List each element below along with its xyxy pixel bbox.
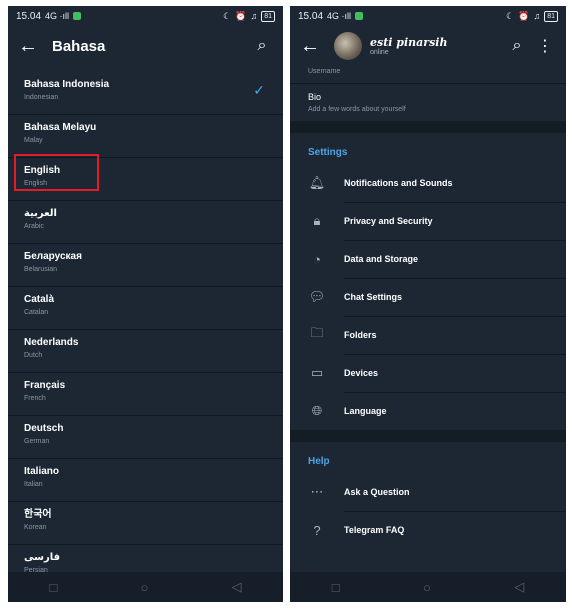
- chat-dots-icon: ⋯: [310, 484, 324, 499]
- signal-icon: 4G ·ıll: [45, 11, 70, 21]
- avatar[interactable]: [334, 32, 362, 60]
- language-item[interactable]: العربية Arabic: [8, 201, 283, 244]
- bio-hint: Add a few words about yourself: [308, 106, 406, 113]
- settings-screen: 15.04 4G ·ıll ☾ ⏰ ♫ 81 ← esti pinarsih o…: [290, 6, 566, 602]
- pie-icon: ◔: [313, 251, 321, 267]
- language-item[interactable]: Français French: [8, 373, 283, 416]
- search-icon[interactable]: ⌕: [251, 37, 273, 55]
- language-item[interactable]: 한국어 Korean: [8, 502, 283, 545]
- laptop-icon: ▭: [310, 365, 324, 380]
- language-screen: 15.04 4G ·ıll ☾ ⏰ ♫ 81 ← Bahasa ⌕ Bahasa…: [8, 6, 283, 602]
- recent-apps-icon[interactable]: □: [332, 580, 340, 595]
- settings-data-storage[interactable]: ◔ Data and Storage: [290, 240, 566, 279]
- status-time: 15.04: [298, 10, 324, 22]
- help-ask-question[interactable]: ⋯ Ask a Question: [290, 473, 566, 512]
- app-bar: ← Bahasa ⌕: [8, 26, 283, 66]
- recent-apps-icon[interactable]: □: [50, 580, 58, 595]
- headphones-icon: ♫: [533, 11, 541, 21]
- help-header: Help: [308, 456, 330, 467]
- settings-notifications[interactable]: 🔔︎ Notifications and Sounds: [290, 164, 566, 203]
- settings-privacy[interactable]: 🔒︎ Privacy and Security: [290, 202, 566, 241]
- settings-devices[interactable]: ▭ Devices: [290, 354, 566, 393]
- search-icon[interactable]: ⌕: [506, 37, 528, 55]
- folder-icon: 🗀: [310, 325, 324, 340]
- back-icon[interactable]: ◁: [231, 579, 241, 595]
- help-faq[interactable]: ? Telegram FAQ: [290, 511, 566, 549]
- section-divider: [290, 430, 566, 442]
- whatsapp-notification-icon: [355, 12, 364, 20]
- lock-icon: 🔒︎: [313, 213, 321, 228]
- language-item[interactable]: Català Catalan: [8, 287, 283, 330]
- profile-status: online: [370, 49, 389, 56]
- home-icon[interactable]: ○: [141, 580, 149, 595]
- chat-bubble-icon: 💬︎: [308, 289, 326, 304]
- section-divider: [290, 121, 566, 133]
- nav-bar: □ ○ ◁: [290, 572, 566, 602]
- bio-title: Bio: [308, 92, 322, 102]
- check-icon: ✓: [253, 82, 265, 98]
- settings-language[interactable]: 🌐︎ Language: [290, 392, 566, 430]
- status-time: 15.04: [16, 10, 42, 22]
- battery-icon: 81: [544, 10, 558, 22]
- alarm-icon: ⏰: [518, 10, 530, 21]
- language-list: Bahasa Indonesia Indonesian ✓ Bahasa Mel…: [8, 72, 283, 588]
- bio-field[interactable]: Bio Add a few words about yourself: [290, 84, 566, 121]
- globe-icon: 🌐︎: [311, 403, 323, 418]
- language-item[interactable]: Nederlands Dutch: [8, 330, 283, 373]
- app-bar: ← esti pinarsih online ⌕ ⋮: [290, 26, 566, 66]
- moon-icon: ☾: [506, 10, 515, 21]
- nav-bar: □ ○ ◁: [8, 572, 283, 602]
- settings-folders[interactable]: 🗀 Folders: [290, 316, 566, 355]
- page-title: Bahasa: [52, 37, 106, 55]
- more-vertical-icon[interactable]: ⋮: [534, 36, 556, 56]
- back-arrow-icon[interactable]: ←: [300, 35, 328, 58]
- home-icon[interactable]: ○: [423, 580, 431, 595]
- whatsapp-notification-icon: [73, 12, 82, 20]
- alarm-icon: ⏰: [235, 10, 247, 21]
- settings-header: Settings: [308, 147, 348, 158]
- bell-icon: 🔔︎: [308, 175, 326, 190]
- language-item[interactable]: Bahasa Melayu Malay: [8, 115, 283, 158]
- headphones-icon: ♫: [250, 11, 258, 21]
- language-item[interactable]: Bahasa Indonesia Indonesian ✓: [8, 72, 283, 115]
- profile-name: esti pinarsih: [370, 36, 448, 49]
- status-bar: 15.04 4G ·ıll ☾ ⏰ ♫ 81: [8, 6, 283, 26]
- language-item[interactable]: Italiano Italian: [8, 459, 283, 502]
- highlight-box: [14, 154, 99, 191]
- language-item[interactable]: Беларуская Belarusian: [8, 244, 283, 287]
- back-icon[interactable]: ◁: [514, 579, 524, 595]
- settings-chat[interactable]: 💬︎ Chat Settings: [290, 278, 566, 317]
- status-bar: 15.04 4G ·ıll ☾ ⏰ ♫ 81: [290, 6, 566, 26]
- question-icon: ?: [313, 522, 321, 538]
- moon-icon: ☾: [223, 10, 232, 21]
- back-arrow-icon[interactable]: ←: [18, 35, 46, 58]
- signal-icon: 4G ·ıll: [327, 11, 352, 21]
- username-label: Username: [290, 66, 566, 84]
- language-item[interactable]: Deutsch German: [8, 416, 283, 459]
- battery-icon: 81: [261, 10, 275, 22]
